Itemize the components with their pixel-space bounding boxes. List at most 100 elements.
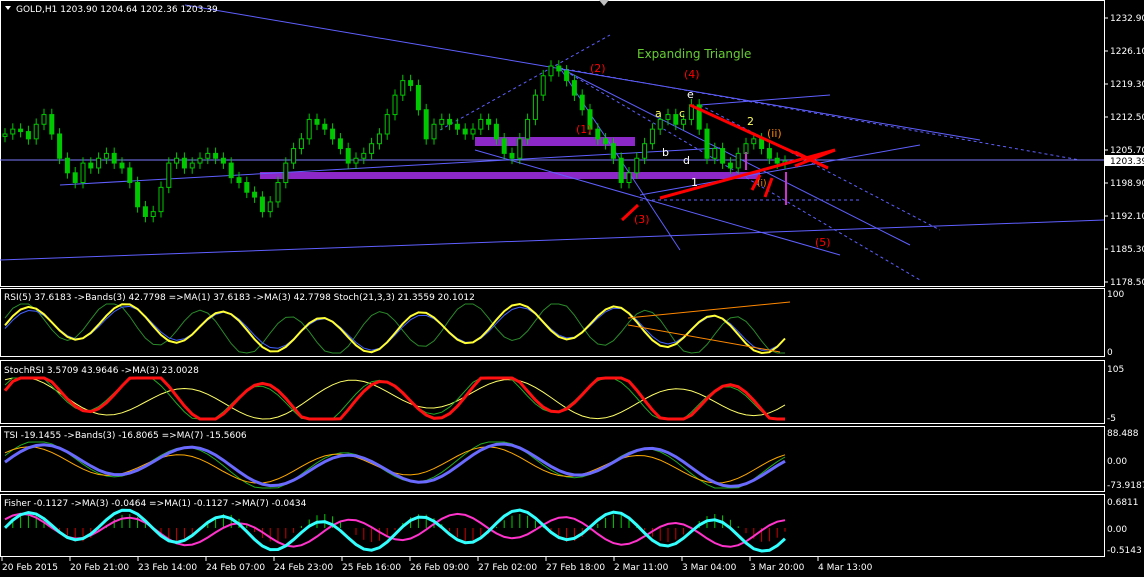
time-label: 23 Feb 14:00	[138, 563, 197, 573]
candle	[2, 128, 8, 143]
rsi-line	[4, 302, 786, 355]
candle	[649, 123, 655, 150]
candle	[64, 152, 70, 179]
wave-label-sub2: 2	[747, 115, 754, 128]
candle	[197, 152, 203, 169]
wave-label-a: a	[655, 107, 662, 120]
candle	[142, 200, 148, 223]
price-tick: 1212.50	[1104, 113, 1144, 123]
candle	[392, 89, 398, 121]
candle	[25, 125, 31, 145]
candle	[556, 60, 562, 77]
candle	[439, 113, 445, 131]
candle	[696, 99, 702, 135]
time-label: 3 Mar 04:00	[682, 563, 737, 573]
candle	[369, 137, 375, 160]
candle	[213, 147, 219, 165]
candle	[486, 113, 492, 131]
candle	[174, 152, 180, 169]
trendline-bottom	[0, 219, 1105, 261]
candle	[135, 176, 141, 213]
svg-text:1178.50: 1178.50	[1110, 278, 1144, 288]
wave-label-i: (i)	[757, 179, 767, 189]
stochrsi-header: StochRSI 3.5709 43.9646 ->MA(3) 23.0028	[4, 366, 199, 376]
chart-title: Expanding Triangle	[637, 47, 751, 61]
time-label: 20 Feb 21:00	[70, 563, 129, 573]
candle	[298, 133, 304, 155]
price-scale: 1232.90 1226.10 1219.30 1212.50 1205.70 …	[1104, 14, 1144, 288]
current-price-label: 1203.39	[1110, 157, 1144, 167]
fisher-scale-top: 0.6811	[1107, 498, 1139, 508]
candle	[704, 123, 710, 165]
candle	[462, 123, 468, 140]
trendline-top	[184, 4, 981, 141]
time-label: 25 Feb 16:00	[342, 563, 401, 573]
svg-text:1192.10: 1192.10	[1110, 212, 1144, 222]
svg-text:1185.30: 1185.30	[1110, 245, 1144, 255]
candle	[564, 65, 570, 87]
wave-label-b: b	[662, 146, 669, 159]
candle	[283, 157, 289, 189]
price-tick: 1198.90	[1104, 179, 1144, 189]
scroll-marker-icon	[599, 0, 609, 6]
candle	[337, 133, 343, 155]
candle	[384, 108, 390, 140]
svg-text:1219.30: 1219.30	[1110, 80, 1144, 90]
fisher-scale-mid: 0.00	[1107, 525, 1127, 535]
price-tick: 1185.30	[1104, 245, 1144, 255]
time-label: 3 Mar 20:00	[750, 563, 805, 573]
candle	[236, 171, 242, 189]
candle	[400, 74, 406, 101]
candlestick-series	[2, 60, 788, 223]
wave-label-ii: (ii)	[767, 127, 782, 140]
rsi-scale-top: 100	[1107, 290, 1124, 300]
candle	[111, 147, 117, 169]
svg-text:1205.70: 1205.70	[1110, 146, 1144, 156]
svg-text:1226.10: 1226.10	[1110, 47, 1144, 57]
candle	[166, 157, 172, 194]
rsi-scale-bottom: 0	[1107, 348, 1113, 358]
candle	[72, 166, 78, 189]
rsi-panel: RSI(5) 37.6183 ->Bands(3) 42.7798 =>MA(1…	[4, 290, 1124, 358]
candle	[205, 147, 211, 165]
candle	[571, 74, 577, 101]
symbol-header: GOLD,H1 1203.90 1204.64 1202.36 1203.39	[16, 5, 218, 15]
candle	[447, 113, 453, 131]
candle	[41, 108, 47, 131]
candle	[244, 176, 250, 199]
candle	[579, 89, 585, 116]
tsi-header: TSI -19.1455 ->Bands(3) -16.8065 =>MA(7)…	[3, 431, 247, 441]
chart-canvas: 1232.90 1226.10 1219.30 1212.50 1205.70 …	[0, 0, 1144, 573]
time-label: 26 Feb 09:00	[410, 563, 469, 573]
fisher-scale-bottom: -0.5143	[1107, 546, 1142, 556]
candle	[509, 147, 515, 165]
candle	[431, 118, 437, 145]
candle	[259, 191, 265, 218]
time-axis: 20 Feb 2015 20 Feb 21:00 23 Feb 14:00 24 Fe…	[1, 557, 873, 573]
candle	[330, 123, 336, 145]
dropdown-triangle-icon[interactable]	[5, 6, 11, 10]
candle	[150, 205, 156, 223]
wave-label-3: (3)	[634, 213, 650, 226]
tsi-scale-mid: 0.00	[1107, 457, 1127, 467]
candle	[548, 60, 554, 82]
candle	[618, 152, 624, 189]
candle	[478, 113, 484, 135]
fisher-header: Fisher -0.1127 ->MA(3) -0.0464 =>MA(1) -…	[4, 499, 307, 509]
svg-text:1198.90: 1198.90	[1110, 179, 1144, 189]
candle	[228, 157, 234, 184]
candle	[291, 142, 297, 169]
candle	[57, 128, 63, 165]
candle	[688, 99, 694, 126]
svg-text:1212.50: 1212.50	[1110, 113, 1144, 123]
candle	[408, 74, 414, 92]
tsi-scale-top: 88.488	[1107, 429, 1139, 439]
wave-label-1: (1)	[576, 123, 592, 136]
candle	[540, 69, 546, 101]
tsi-band-line	[4, 441, 786, 489]
candle	[96, 152, 102, 174]
wave-label-2: (2)	[590, 62, 606, 75]
candle	[18, 123, 24, 138]
candle	[415, 79, 421, 116]
price-tick: 1178.50	[1104, 278, 1144, 288]
